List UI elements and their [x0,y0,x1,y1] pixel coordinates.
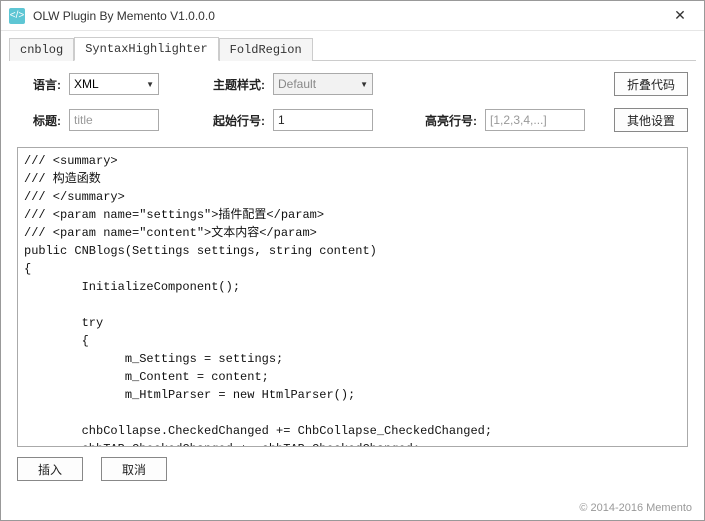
fold-code-button[interactable]: 折叠代码 [614,72,688,96]
copyright-text: © 2014-2016 Memento [579,502,692,514]
language-value: XML [74,77,99,91]
title-label: 标题: [17,112,61,129]
form-row-1: 语言: XML ▼ 主题样式: Default ▼ 折叠代码 [17,71,688,97]
startline-label: 起始行号: [205,112,265,129]
highlight-input[interactable]: [1,2,3,4,...] [485,109,585,131]
titlebar: </> OLW Plugin By Memento V1.0.0.0 ✕ [1,1,704,31]
bottom-row: 插入 取消 [1,447,704,491]
cancel-button[interactable]: 取消 [101,457,167,481]
title-input[interactable]: title [69,109,159,131]
insert-button[interactable]: 插入 [17,457,83,481]
startline-input[interactable]: 1 [273,109,373,131]
language-label: 语言: [17,76,61,93]
tabbar: cnblog SyntaxHighlighter FoldRegion [9,35,696,61]
theme-value: Default [278,77,316,91]
highlight-label: 高亮行号: [419,112,477,129]
tab-syntaxhighlighter[interactable]: SyntaxHighlighter [74,37,218,61]
close-icon[interactable]: ✕ [664,4,696,28]
form-row-2: 标题: title 起始行号: 1 高亮行号: [1,2,3,4,...] 其他… [17,107,688,133]
tab-cnblog[interactable]: cnblog [9,38,74,61]
app-icon: </> [9,8,25,24]
theme-dropdown[interactable]: Default ▼ [273,73,373,95]
tab-foldregion[interactable]: FoldRegion [219,38,313,61]
window-title: OLW Plugin By Memento V1.0.0.0 [33,9,664,23]
code-textarea[interactable]: /// <summary> /// 构造函数 /// </summary> //… [17,147,688,447]
other-settings-button[interactable]: 其他设置 [614,108,688,132]
theme-label: 主题样式: [205,76,265,93]
settings-panel: 语言: XML ▼ 主题样式: Default ▼ 折叠代码 标题: title… [1,61,704,147]
language-dropdown[interactable]: XML ▼ [69,73,159,95]
chevron-down-icon: ▼ [360,80,368,89]
chevron-down-icon: ▼ [146,80,154,89]
